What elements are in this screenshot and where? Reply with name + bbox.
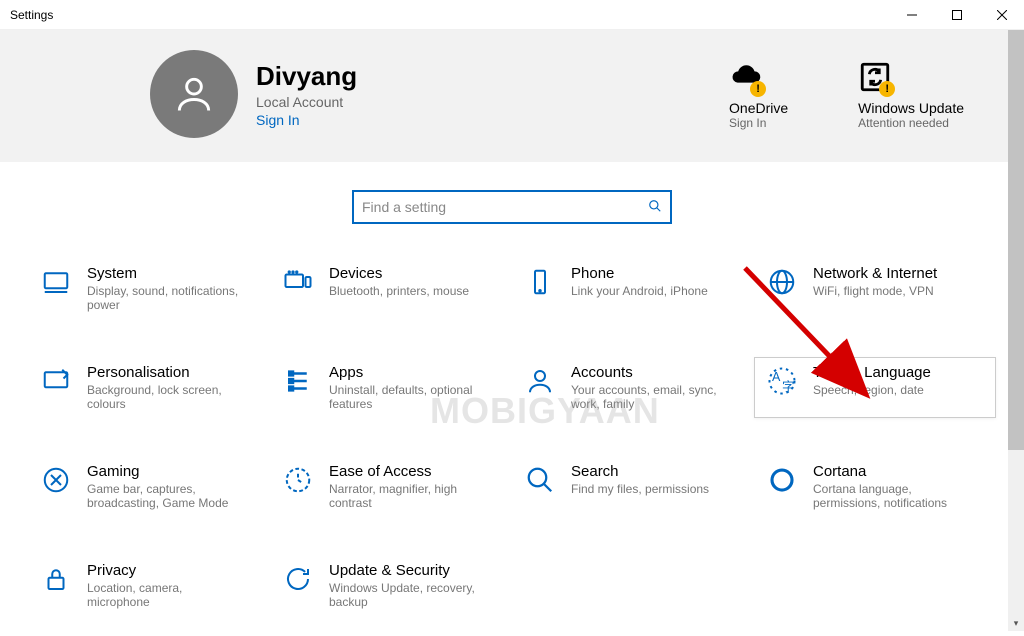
update-title: Windows Update <box>858 100 964 116</box>
tile-title: Time & Language <box>813 364 931 381</box>
svg-text:A: A <box>772 370 781 384</box>
tile-title: System <box>87 265 247 282</box>
tile-desc: Speech, region, date <box>813 383 931 397</box>
tile-title: Devices <box>329 265 469 282</box>
search-input[interactable] <box>362 199 648 215</box>
tile-cortana[interactable]: Cortana Cortana language, permissions, no… <box>754 456 996 517</box>
phone-icon <box>523 265 557 299</box>
tile-apps[interactable]: Apps Uninstall, defaults, optional featur… <box>270 357 512 418</box>
tile-desc: Background, lock screen, colours <box>87 383 247 411</box>
window-controls <box>889 0 1024 29</box>
search-bar <box>0 190 1024 224</box>
profile-block: Divyang Local Account Sign In <box>150 50 357 138</box>
tile-title: Apps <box>329 364 489 381</box>
tile-update-security[interactable]: Update & Security Windows Update, recover… <box>270 555 512 616</box>
tile-desc: Cortana language, permissions, notificat… <box>813 482 973 510</box>
onedrive-sub: Sign In <box>729 116 788 130</box>
update-security-icon <box>281 562 315 596</box>
ease-icon <box>281 463 315 497</box>
tile-title: Network & Internet <box>813 265 937 282</box>
tile-accounts[interactable]: Accounts Your accounts, email, sync, work… <box>512 357 754 418</box>
onedrive-icon: ! <box>729 60 763 94</box>
personalisation-icon <box>39 364 73 398</box>
tile-desc: Game bar, captures, broadcasting, Game M… <box>87 482 247 510</box>
tile-title: Cortana <box>813 463 973 480</box>
network-icon <box>765 265 799 299</box>
account-type: Local Account <box>256 94 357 110</box>
search-tile-icon <box>523 463 557 497</box>
tile-title: Update & Security <box>329 562 489 579</box>
system-icon <box>39 265 73 299</box>
settings-grid: System Display, sound, notifications, pow… <box>0 258 1024 636</box>
tile-title: Accounts <box>571 364 731 381</box>
update-icon: ! <box>858 60 892 94</box>
tile-desc: Uninstall, defaults, optional features <box>329 383 489 411</box>
tile-desc: Display, sound, notifications, power <box>87 284 247 312</box>
tile-desc: Narrator, magnifier, high contrast <box>329 482 489 510</box>
devices-icon <box>281 265 315 299</box>
tile-privacy[interactable]: Privacy Location, camera, microphone <box>28 555 270 616</box>
tile-desc: Windows Update, recovery, backup <box>329 581 489 609</box>
vertical-scrollbar[interactable]: ▾ <box>1008 30 1024 631</box>
tile-devices[interactable]: Devices Bluetooth, printers, mouse <box>270 258 512 319</box>
cortana-icon <box>765 463 799 497</box>
warning-badge-icon: ! <box>879 81 895 97</box>
search-box[interactable] <box>352 190 672 224</box>
window-title: Settings <box>10 8 53 22</box>
maximize-button[interactable] <box>934 0 979 30</box>
time-language-icon: A字 <box>765 364 799 398</box>
signin-link[interactable]: Sign In <box>256 112 357 128</box>
tile-desc: Bluetooth, printers, mouse <box>329 284 469 298</box>
tile-desc: WiFi, flight mode, VPN <box>813 284 937 298</box>
tile-title: Privacy <box>87 562 247 579</box>
windows-update-status[interactable]: ! Windows Update Attention needed <box>858 60 964 130</box>
search-icon <box>648 199 662 216</box>
gaming-icon <box>39 463 73 497</box>
tile-title: Ease of Access <box>329 463 489 480</box>
tile-gaming[interactable]: Gaming Game bar, captures, broadcasting, … <box>28 456 270 517</box>
onedrive-status[interactable]: ! OneDrive Sign In <box>729 60 788 130</box>
tile-desc: Your accounts, email, sync, work, family <box>571 383 731 411</box>
tile-title: Gaming <box>87 463 247 480</box>
scrollbar-thumb[interactable] <box>1008 30 1024 450</box>
tile-search[interactable]: Search Find my files, permissions <box>512 456 754 517</box>
tile-time-language[interactable]: A字 Time & Language Speech, region, date <box>754 357 996 418</box>
user-name: Divyang <box>256 61 357 92</box>
avatar[interactable] <box>150 50 238 138</box>
onedrive-title: OneDrive <box>729 100 788 116</box>
close-button[interactable] <box>979 0 1024 30</box>
titlebar: Settings <box>0 0 1024 30</box>
header: Divyang Local Account Sign In ! OneDrive… <box>0 30 1024 162</box>
warning-badge-icon: ! <box>750 81 766 97</box>
accounts-icon <box>523 364 557 398</box>
tile-title: Search <box>571 463 709 480</box>
header-status-group: ! OneDrive Sign In ! Windows Update Atte… <box>729 50 964 138</box>
apps-icon <box>281 364 315 398</box>
tile-desc: Link your Android, iPhone <box>571 284 708 298</box>
privacy-icon <box>39 562 73 596</box>
tile-personalisation[interactable]: Personalisation Background, lock screen, … <box>28 357 270 418</box>
minimize-button[interactable] <box>889 0 934 30</box>
tile-phone[interactable]: Phone Link your Android, iPhone <box>512 258 754 319</box>
tile-title: Phone <box>571 265 708 282</box>
tile-ease-of-access[interactable]: Ease of Access Narrator, magnifier, high … <box>270 456 512 517</box>
scrollbar-down-arrow-icon[interactable]: ▾ <box>1008 615 1024 631</box>
tile-title: Personalisation <box>87 364 247 381</box>
tile-desc: Location, camera, microphone <box>87 581 247 609</box>
tile-system[interactable]: System Display, sound, notifications, pow… <box>28 258 270 319</box>
tile-desc: Find my files, permissions <box>571 482 709 496</box>
tile-network[interactable]: Network & Internet WiFi, flight mode, VPN <box>754 258 996 319</box>
update-sub: Attention needed <box>858 116 964 130</box>
